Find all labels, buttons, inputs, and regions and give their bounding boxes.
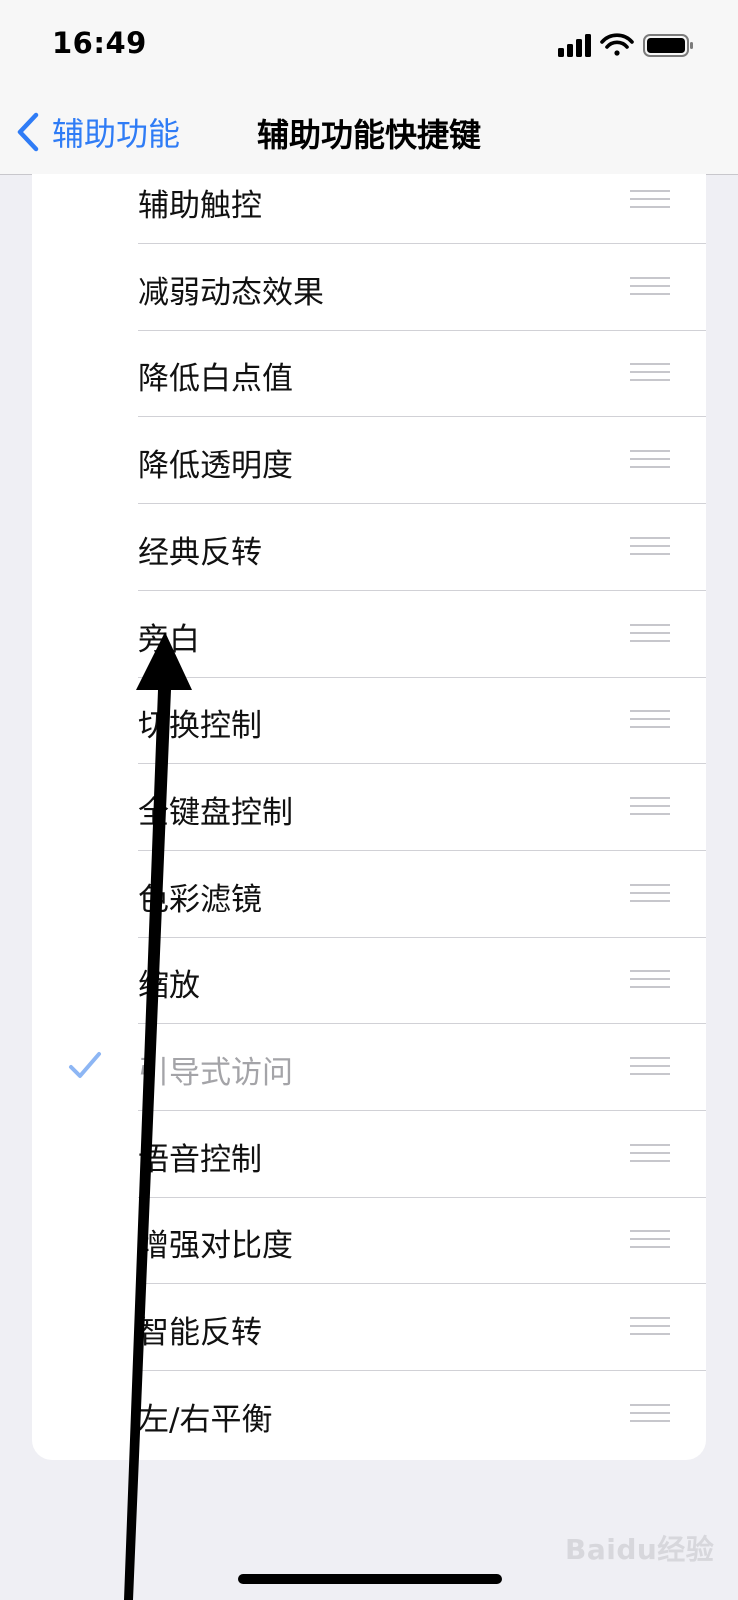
list-item[interactable]: 切换控制 xyxy=(32,678,706,765)
list-item-label: 辅助触控 xyxy=(138,188,262,224)
list-item[interactable]: 缩放 xyxy=(32,938,706,1025)
list-item[interactable]: 增强对比度 xyxy=(32,1198,706,1285)
list-item-label: 减弱动态效果 xyxy=(138,274,324,311)
back-button[interactable]: 辅助功能 xyxy=(16,108,180,156)
list-item[interactable]: 减弱动态效果 xyxy=(32,245,706,331)
list-item-label: 切换控制 xyxy=(138,708,262,745)
list-item-label: 引导式访问 xyxy=(138,1055,293,1091)
chevron-left-icon xyxy=(17,112,39,152)
list-item[interactable]: 降低透明度 xyxy=(32,418,706,505)
reorder-handle-icon[interactable] xyxy=(630,620,670,646)
status-bar: 16:49 xyxy=(0,0,738,90)
status-icons xyxy=(558,33,693,57)
reorder-handle-icon[interactable] xyxy=(630,1400,670,1426)
list-item-label: 全键盘控制 xyxy=(138,794,293,831)
list-item[interactable]: 语音控制 xyxy=(32,1112,706,1198)
watermark-logo: Baidu经验 xyxy=(565,1533,715,1566)
reorder-handle-icon[interactable] xyxy=(630,966,670,992)
status-time: 16:49 xyxy=(52,26,147,60)
list-item[interactable]: 经典反转 xyxy=(32,505,706,591)
list-item-label: 降低白点值 xyxy=(138,361,293,398)
navigation-bar: 辅助功能快捷键 辅助功能 xyxy=(0,90,738,175)
wifi-icon xyxy=(600,33,634,56)
reorder-handle-icon[interactable] xyxy=(630,1226,670,1252)
list-item[interactable]: 全键盘控制 xyxy=(32,765,706,851)
reorder-handle-icon[interactable] xyxy=(630,793,670,819)
list-item[interactable]: 辅助触控 xyxy=(32,174,706,244)
shortcut-list: 辅助触控减弱动态效果 降低白点值降低透明度经典反转旁白切换控制全键盘控制色彩滤镜缩… xyxy=(32,174,706,1460)
reorder-handle-icon[interactable] xyxy=(630,359,670,385)
list-item[interactable]: 智能反转 xyxy=(32,1285,706,1372)
checkmark-icon xyxy=(69,1052,101,1078)
list-item-label: 左/右平衡 xyxy=(138,1401,273,1438)
list-item[interactable]: 引导式访问 xyxy=(32,1025,706,1111)
reorder-handle-icon[interactable] xyxy=(630,880,670,906)
reorder-handle-icon[interactable] xyxy=(630,273,670,299)
cellular-signal-icon xyxy=(558,34,591,57)
back-button-label: 辅助功能 xyxy=(52,115,181,153)
battery-icon xyxy=(643,34,693,57)
list-item-label: 缩放 xyxy=(138,968,200,1005)
reorder-handle-icon[interactable] xyxy=(630,1313,670,1339)
home-indicator[interactable] xyxy=(238,1574,502,1584)
reorder-handle-icon[interactable] xyxy=(630,446,670,472)
list-item[interactable]: 旁白 xyxy=(32,592,706,678)
list-item-label: 色彩滤镜 xyxy=(138,881,262,918)
list-item[interactable]: 降低白点值 xyxy=(32,331,706,418)
list-item-label: 经典反转 xyxy=(138,534,262,571)
list-item-label: 降低透明度 xyxy=(138,448,293,485)
reorder-handle-icon[interactable] xyxy=(630,1140,670,1166)
reorder-handle-icon[interactable] xyxy=(630,706,670,732)
list-item-label: 旁白 xyxy=(138,621,200,658)
list-item-label: 语音控制 xyxy=(138,1141,262,1178)
reorder-handle-icon[interactable] xyxy=(630,186,670,212)
list-item[interactable]: 左/右平衡 xyxy=(32,1372,706,1458)
list-item-label: 智能反转 xyxy=(138,1315,262,1352)
list-item[interactable]: 色彩滤镜 xyxy=(32,852,706,938)
reorder-handle-icon[interactable] xyxy=(630,533,670,559)
reorder-handle-icon[interactable] xyxy=(630,1053,670,1079)
list-item-label: 增强对比度 xyxy=(138,1228,293,1265)
